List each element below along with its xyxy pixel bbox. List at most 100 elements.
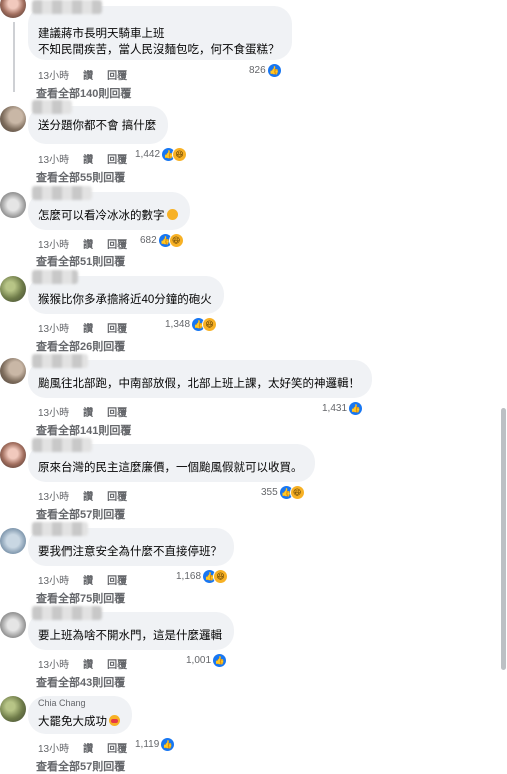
thread-line: [13, 22, 15, 92]
comment-time[interactable]: 13小時: [38, 740, 69, 755]
avatar[interactable]: [0, 528, 26, 554]
commenter-name-blurred[interactable]: [32, 438, 92, 452]
reply-link[interactable]: 回覆: [107, 572, 127, 587]
comment-text: 原來台灣的民主這麼廉價，一個颱風假就可以收買。: [38, 462, 303, 474]
like-link[interactable]: 讚: [83, 488, 93, 503]
comment-bubble: 怎麼可以看冷冰冰的數字: [28, 186, 190, 230]
comment-text: 要我們注意安全為什麼不直接停班？: [38, 546, 222, 558]
commenter-name-blurred[interactable]: [32, 186, 92, 200]
haha-icon: 😆: [290, 486, 304, 499]
avatar[interactable]: [0, 0, 26, 18]
like-icon: 👍: [267, 64, 281, 77]
reply-link[interactable]: 回覆: [107, 151, 127, 166]
avatar[interactable]: [0, 192, 26, 218]
comment-time[interactable]: 13小時: [38, 488, 69, 503]
reply-link[interactable]: 回覆: [107, 488, 127, 503]
commenter-name-blurred[interactable]: [32, 100, 72, 114]
view-replies-link[interactable]: 查看全部51則回覆: [36, 253, 125, 269]
comment-meta: 13小時 讚 回覆: [38, 67, 127, 82]
like-link[interactable]: 讚: [83, 572, 93, 587]
scrollbar-track[interactable]: [501, 0, 507, 767]
view-replies-link[interactable]: 查看全部55則回覆: [36, 169, 125, 185]
comment-time[interactable]: 13小時: [38, 67, 69, 82]
comment-time[interactable]: 13小時: [38, 404, 69, 419]
avatar[interactable]: [0, 276, 26, 302]
reply-link[interactable]: 回覆: [107, 320, 127, 335]
reply-link[interactable]: 回覆: [107, 236, 127, 251]
reply-link[interactable]: 回覆: [107, 656, 127, 671]
comment-time[interactable]: 13小時: [38, 151, 69, 166]
heart-eyes-emoji-icon: [109, 715, 120, 726]
reaction-summary[interactable]: 1,442 👍 😆: [135, 148, 187, 161]
reaction-summary[interactable]: 682 👍 😆: [140, 234, 183, 247]
like-link[interactable]: 讚: [83, 320, 93, 335]
reaction-summary[interactable]: 826 👍: [249, 64, 281, 77]
comment-bubble: 要我們注意安全為什麼不直接停班？: [28, 522, 234, 566]
haha-icon: 😆: [203, 318, 217, 331]
view-replies-link[interactable]: 查看全部141則回覆: [36, 422, 131, 438]
scrollbar-thumb[interactable]: [501, 408, 506, 670]
comment-text: 颱風往北部跑，中南部放假，北部上班上課，太好笑的神邏輯！: [38, 378, 360, 390]
like-link[interactable]: 讚: [83, 151, 93, 166]
avatar[interactable]: [0, 442, 26, 468]
reaction-count: 1,442: [135, 149, 161, 160]
comment-time[interactable]: 13小時: [38, 236, 69, 251]
comment-meta: 13小時 讚 回覆: [38, 404, 127, 419]
like-link[interactable]: 讚: [83, 404, 93, 419]
reaction-summary[interactable]: 1,431 👍: [322, 402, 363, 415]
comment-meta: 13小時 讚 回覆: [38, 740, 127, 755]
view-replies-link[interactable]: 查看全部140則回覆: [36, 85, 131, 101]
like-icon: 👍: [161, 738, 175, 751]
reply-link[interactable]: 回覆: [107, 740, 127, 755]
comment-time[interactable]: 13小時: [38, 320, 69, 335]
like-link[interactable]: 讚: [83, 236, 93, 251]
reaction-count: 826: [249, 65, 266, 76]
reaction-count: 682: [140, 235, 157, 246]
comment-bubble: 原來台灣的民主這麼廉價，一個颱風假就可以收買。: [28, 438, 315, 482]
haha-icon: 😆: [214, 570, 228, 583]
commenter-name-blurred[interactable]: [32, 606, 102, 620]
reaction-summary[interactable]: 1,168 👍 😆: [176, 570, 228, 583]
reaction-count: 1,431: [322, 403, 348, 414]
commenter-name[interactable]: Chia Chang: [38, 698, 86, 708]
commenter-name-blurred[interactable]: [32, 0, 102, 14]
reaction-summary[interactable]: 355 👍 😆: [261, 486, 304, 499]
reaction-summary[interactable]: 1,348 👍 😆: [165, 318, 217, 331]
view-replies-link[interactable]: 查看全部43則回覆: [36, 674, 125, 690]
avatar[interactable]: [0, 696, 26, 722]
reply-link[interactable]: 回覆: [107, 67, 127, 82]
comment-text: 建議蔣市長明天騎車上班: [38, 28, 165, 40]
comment-bubble: 要上班為啥不開水門，這是什麼邏輯: [28, 606, 234, 650]
like-link[interactable]: 讚: [83, 740, 93, 755]
avatar[interactable]: [0, 358, 26, 384]
haha-icon: 😆: [169, 234, 183, 247]
comment-text-content: 怎麼可以看冷冰冰的數字: [38, 210, 165, 222]
like-link[interactable]: 讚: [83, 656, 93, 671]
commenter-name-blurred[interactable]: [32, 522, 88, 536]
reaction-count: 1,119: [135, 739, 160, 750]
comment-bubble: Chia Chang 大罷免大成功: [28, 696, 132, 734]
reply-link[interactable]: 回覆: [107, 404, 127, 419]
comment-text: 要上班為啥不開水門，這是什麼邏輯: [38, 630, 222, 642]
comment-time[interactable]: 13小時: [38, 656, 69, 671]
view-replies-link[interactable]: 查看全部75則回覆: [36, 590, 125, 606]
reaction-summary[interactable]: 1,001 👍: [186, 654, 227, 667]
comment-time[interactable]: 13小時: [38, 572, 69, 587]
commenter-name-blurred[interactable]: [32, 354, 88, 368]
like-icon: 👍: [349, 402, 363, 415]
avatar[interactable]: [0, 106, 26, 132]
reaction-count: 1,348: [165, 319, 191, 330]
comment-bubble: 建議蔣市長明天騎車上班 不知民間疾苦，當人民沒麵包吃，何不食蛋糕？: [28, 0, 292, 60]
view-replies-link[interactable]: 查看全部57則回覆: [36, 506, 125, 522]
comment-meta: 13小時 讚 回覆: [38, 488, 127, 503]
like-link[interactable]: 讚: [83, 67, 93, 82]
reaction-summary[interactable]: 1,119 👍: [135, 738, 175, 751]
like-icon: 👍: [213, 654, 227, 667]
comment-text: 猴猴比你多承擔將近40分鐘的砲火: [38, 294, 212, 306]
commenter-name-blurred[interactable]: [32, 270, 78, 284]
view-replies-link[interactable]: 查看全部26則回覆: [36, 338, 125, 354]
view-replies-link[interactable]: 查看全部57則回覆: [36, 758, 125, 774]
comment-bubble: 送分題你都不會 搞什麼: [28, 100, 169, 144]
avatar[interactable]: [0, 612, 26, 638]
comment-text: 怎麼可以看冷冰冰的數字: [38, 208, 178, 224]
